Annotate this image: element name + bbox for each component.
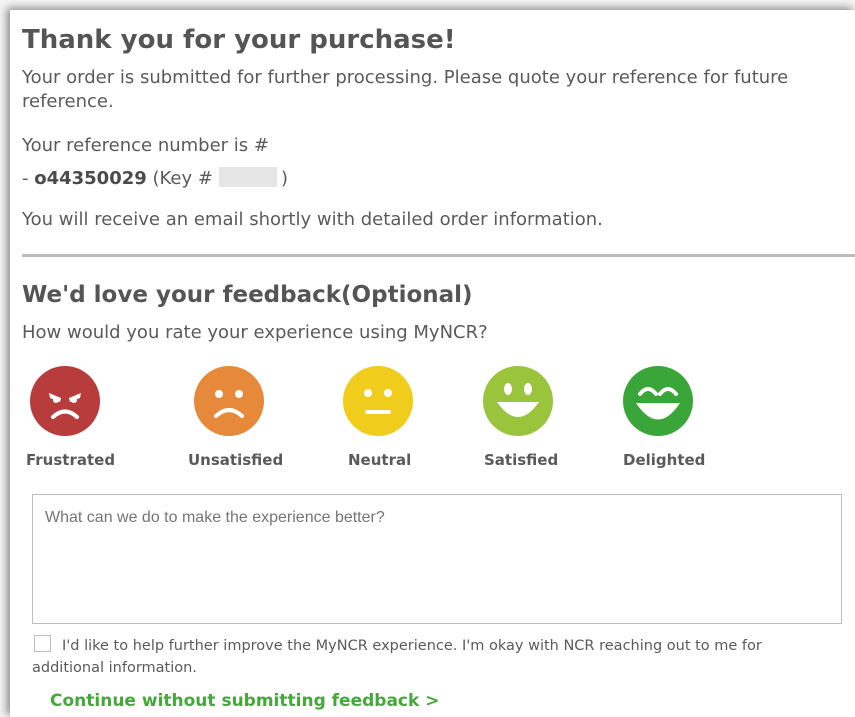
reference-prefix: - xyxy=(22,168,35,189)
rating-label-unsatisfied: Unsatisfied xyxy=(188,451,284,469)
rating-neutral-button[interactable] xyxy=(343,366,413,436)
key-label: (Key # xyxy=(146,168,213,189)
key-close: ) xyxy=(280,168,288,189)
section-divider xyxy=(22,254,855,257)
email-note: You will receive an email shortly with d… xyxy=(22,209,603,230)
delighted-face-icon xyxy=(623,366,693,436)
feedback-comment-input[interactable] xyxy=(32,494,842,624)
feedback-title: We'd love your feedback(Optional) xyxy=(22,282,473,308)
unsatisfied-face-icon xyxy=(194,366,264,436)
rating-label-satisfied: Satisfied xyxy=(484,451,559,469)
continue-without-feedback-link[interactable]: Continue without submitting feedback > xyxy=(50,691,439,711)
rating-label-neutral: Neutral xyxy=(348,451,412,469)
neutral-face-icon xyxy=(343,366,413,436)
reference-number: o44350029 xyxy=(34,168,147,189)
frustrated-face-icon xyxy=(30,366,100,436)
rating-unsatisfied-button[interactable] xyxy=(194,366,264,436)
rating-label-delighted: Delighted xyxy=(623,451,706,469)
rating-label-frustrated: Frustrated xyxy=(26,451,116,469)
redacted-key xyxy=(218,167,277,187)
rating-satisfied-button[interactable] xyxy=(483,366,553,436)
feedback-question: How would you rate your experience using… xyxy=(22,322,488,343)
rating-frustrated-button[interactable] xyxy=(30,366,100,436)
order-confirmation-panel: Thank you for your purchase! Your order … xyxy=(10,10,855,717)
rating-delighted-button[interactable] xyxy=(623,366,693,436)
page-title: Thank you for your purchase! xyxy=(22,25,456,55)
reference-label: Your reference number is # xyxy=(22,135,269,156)
reference-line: - o44350029 (Key #) xyxy=(22,167,288,191)
contact-consent-label: I'd like to help further improve the MyN… xyxy=(32,638,762,676)
satisfied-face-icon xyxy=(483,366,553,436)
submitted-message: Your order is submitted for further proc… xyxy=(22,67,789,112)
